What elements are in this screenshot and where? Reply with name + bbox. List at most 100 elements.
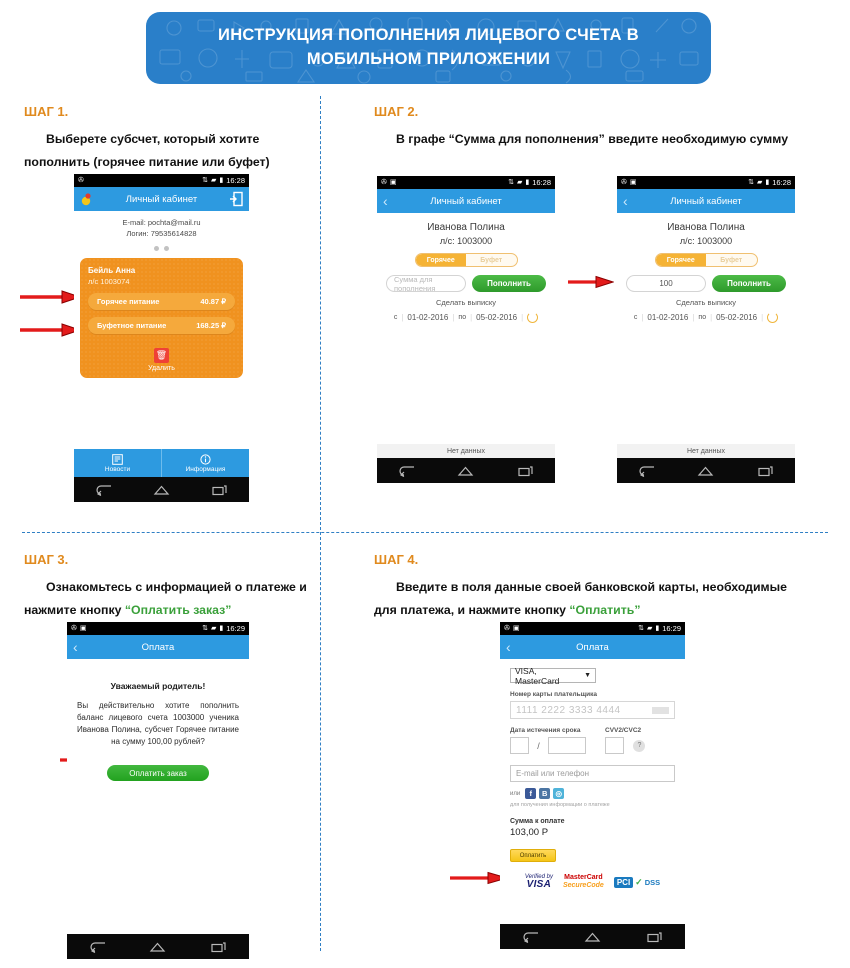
account-login: Логин: 79535614828 (126, 228, 197, 238)
step-1-line-1-text: Выберете субсчет, который хотите (46, 132, 260, 146)
cvv-group: CVV2/CVC2 ? (605, 727, 675, 755)
topup-button[interactable]: Пополнить (472, 275, 546, 292)
step-2-block: ШАГ 2. В графе “Сумма для пополнения” вв… (374, 104, 824, 151)
banner-box: ИНСТРУКЦИЯ ПОПОЛНЕНИЯ ЛИЦЕВОГО СЧЕТА В М… (146, 12, 711, 84)
step-4-line-1-text: Введите в поля данные своей банковской к… (396, 580, 787, 594)
home-icon[interactable] (153, 484, 170, 496)
carousel-dot[interactable] (164, 245, 169, 251)
vk-icon[interactable]: В (539, 788, 551, 799)
segment-hot-meal[interactable]: Горячее (655, 254, 706, 266)
android-nav-bar (500, 924, 685, 949)
segment-buffet[interactable]: Буфет (466, 254, 517, 266)
back-chevron-icon[interactable]: ‹ (623, 193, 628, 209)
app-bar-title: Личный кабинет (670, 195, 742, 207)
status-bar-right-icons: ⇅ ▰ ▮ 16:28 (508, 178, 551, 187)
tab-information-label: Информация (185, 465, 226, 473)
card-type-select[interactable]: VISA, MasterCard ▼ (510, 666, 596, 686)
app-bar-title: Оплата (576, 641, 609, 653)
topup-button[interactable]: Пополнить (712, 275, 786, 292)
odnoklassniki-icon[interactable]: ◎ (553, 788, 565, 799)
verified-by-visa-logo: Verified by VISA (525, 874, 553, 890)
home-icon[interactable] (457, 465, 474, 477)
back-chevron-icon[interactable]: ‹ (506, 639, 511, 655)
recents-icon[interactable] (210, 941, 227, 953)
subaccount-label: Горячее питание (97, 296, 160, 306)
segment-buffet[interactable]: Буфет (706, 254, 757, 266)
statement-label[interactable]: Сделать выписку (377, 298, 555, 307)
back-icon[interactable] (398, 465, 415, 477)
expiry-slash: / (537, 740, 540, 751)
app-bar: Личный кабинет (74, 187, 249, 211)
recents-icon[interactable] (646, 931, 663, 943)
pay-order-button[interactable]: Оплатить заказ (107, 765, 209, 781)
bluetooth-icon: ✇ (504, 625, 510, 632)
card-number-value: 1111 2222 3333 4444 (516, 704, 621, 716)
home-icon[interactable] (697, 465, 714, 477)
expiry-year-input[interactable] (547, 737, 586, 755)
pay-button[interactable]: Оплатить (510, 849, 556, 862)
contact-input[interactable]: E-mail или телефон (510, 765, 675, 782)
subaccount-row-buffet[interactable]: Буфетное питание 168.25 ₽ (88, 316, 235, 334)
delete-account-button[interactable]: 🗑 Удалить (88, 345, 235, 372)
student-account-number: л/с: 1003000 (679, 236, 733, 246)
back-icon[interactable] (95, 484, 112, 496)
amount-input[interactable]: 100 (626, 275, 706, 292)
home-icon[interactable] (584, 931, 601, 943)
recents-icon[interactable] (211, 484, 228, 496)
statement-date-range: с | 01-02-2016 | по | 05-02-2016 | (617, 312, 795, 323)
facebook-icon[interactable]: f (525, 788, 537, 799)
phone-mockup-order-confirm: ✇ ▣ ⇅ ▰ ▮ 16:29 ‹ Оплата Уважаемый родит… (67, 622, 249, 959)
statement-label[interactable]: Сделать выписку (617, 298, 795, 307)
amount-input[interactable]: Сумма для пополнения (386, 275, 466, 293)
expiry-group: Дата истечения срока / (510, 727, 605, 755)
chevron-down-icon: ▼ (584, 672, 591, 679)
help-icon[interactable]: ? (633, 739, 646, 752)
back-icon[interactable] (638, 465, 655, 477)
status-bar: ✇ ▣ ⇅ ▰ ▮ 16:28 (617, 176, 795, 189)
date-to-value[interactable]: 05-02-2016 (716, 313, 757, 322)
recents-icon[interactable] (757, 465, 774, 477)
back-chevron-icon[interactable]: ‹ (383, 193, 388, 209)
carousel-dots[interactable] (74, 245, 249, 251)
arrow-step2-to-filled (568, 275, 614, 289)
subaccount-row-hot-meal[interactable]: Горячее питание 40.87 ₽ (88, 292, 235, 310)
recents-icon[interactable] (517, 465, 534, 477)
status-bar: ✇ ▣ ⇅ ▰ ▮ 16:29 (500, 622, 685, 635)
date-from-value[interactable]: 01-02-2016 (647, 313, 688, 322)
trash-icon: 🗑 (154, 347, 169, 363)
tab-news[interactable]: Новости (74, 449, 162, 477)
card-payment-body: VISA, MasterCard ▼ Номер карты плательщи… (500, 659, 685, 924)
back-icon[interactable] (522, 931, 539, 943)
refresh-icon[interactable] (767, 312, 779, 323)
cvv-input[interactable] (605, 737, 624, 755)
step-4-label: ШАГ 4. (374, 552, 419, 567)
card-number-input[interactable]: 1111 2222 3333 4444 (510, 701, 675, 719)
battery-icon: ▮ (655, 625, 660, 632)
student-name: Бейль Анна (88, 265, 136, 275)
expiry-label: Дата истечения срока (510, 727, 581, 734)
expiry-month-input[interactable] (510, 737, 529, 755)
step-3-line-1: Ознакомьтесь с информацией о платеже и (24, 576, 314, 599)
mastercard-logo-line-1: MasterCard (564, 874, 603, 881)
topup-row: Сумма для пополнения Пополнить (386, 275, 546, 293)
carousel-dot[interactable] (154, 245, 159, 251)
total-label: Сумма к оплате (510, 818, 565, 825)
back-icon[interactable] (89, 941, 106, 953)
image-icon: ▣ (629, 179, 637, 186)
signal-icon: ▰ (756, 179, 763, 186)
home-icon[interactable] (149, 941, 166, 953)
status-bar-right-icons: ⇅ ▰ ▮ 16:28 (202, 176, 245, 185)
divider: | (641, 313, 644, 322)
back-chevron-icon[interactable]: ‹ (73, 639, 78, 655)
step-2-label: ШАГ 2. (374, 104, 419, 119)
segment-hot-meal[interactable]: Горячее (415, 254, 466, 266)
status-bar-left-icons: ✇ ▣ (381, 179, 397, 186)
date-to-value[interactable]: 05-02-2016 (476, 313, 517, 322)
tab-information[interactable]: Информация (162, 449, 249, 477)
refresh-icon[interactable] (527, 312, 539, 323)
date-from-value[interactable]: 01-02-2016 (407, 313, 448, 322)
mastercard-logo-line-2: SecureCode (562, 882, 604, 890)
image-icon: ▣ (512, 625, 520, 632)
status-bar: ✇ ▣ ⇅ ▰ ▮ 16:29 (67, 622, 249, 635)
step-3-line-2: нажмите кнопку “Оплатить заказ” (24, 599, 314, 622)
